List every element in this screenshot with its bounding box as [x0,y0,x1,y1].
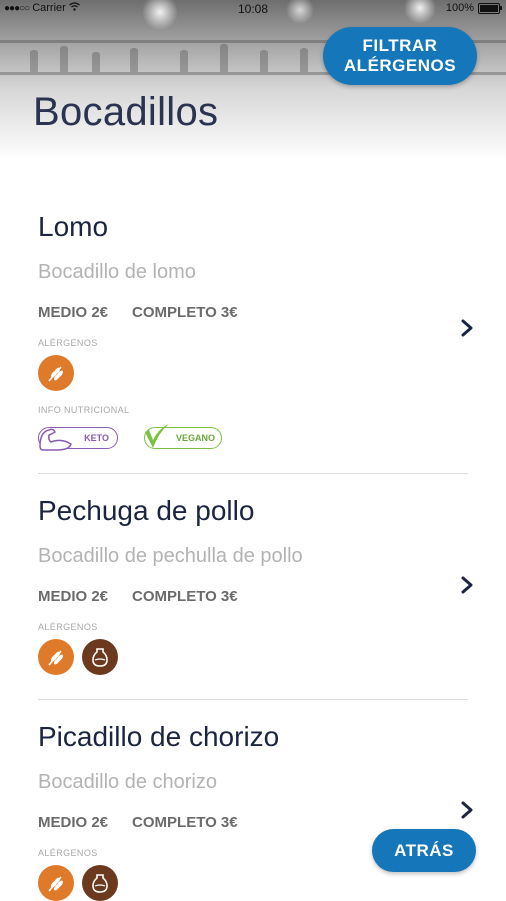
keto-label: KETO [84,433,109,443]
item-name: Pechuga de pollo [38,495,255,526]
keto-arm-icon [39,428,72,451]
chevron-right-icon[interactable] [460,318,474,344]
status-time: 10:08 [237,2,269,16]
gluten-icon [38,639,74,675]
price-medio: MEDIO 2€ [38,588,109,605]
price-medio: MEDIO 2€ [38,304,109,321]
price-completo: COMPLETO 3€ [132,304,238,321]
item-description: Bocadillo de chorizo [38,771,217,793]
item-name: Picadillo de chorizo [38,721,280,752]
milk-icon [82,865,118,901]
back-button[interactable]: ATRÁS [372,829,476,872]
vegan-leaf-icon [145,424,169,448]
status-bar: ●●●○○ Carrier 10:08 100% [0,0,506,18]
back-button-label: ATRÁS [394,840,454,860]
vegan-badge: VEGANO [144,424,222,449]
price-completo: COMPLETO 3€ [132,814,238,831]
chevron-right-icon[interactable] [460,575,474,601]
keto-badge: KETO [38,427,118,451]
page-title: Bocadillos [33,90,219,134]
item-name: Lomo [38,211,109,242]
battery-icon [478,2,502,14]
gluten-icon [38,865,74,901]
filter-button-line1: FILTRAR [362,36,438,55]
price-medio: MEDIO 2€ [38,814,109,831]
item-description: Bocadillo de pechulla de pollo [38,545,303,567]
item-description: Bocadillo de lomo [38,261,196,283]
divider [38,699,468,700]
battery-percent: 100% [445,2,474,14]
allergens-label: ALÉRGENOS [38,338,98,348]
chevron-right-icon[interactable] [460,800,474,826]
divider [38,473,468,474]
filter-allergens-button[interactable]: FILTRAR ALÉRGENOS [323,27,477,85]
milk-icon [82,639,118,675]
nutrition-label: INFO NUTRICIONAL [38,405,130,415]
allergens-label: ALÉRGENOS [38,622,98,632]
vegan-label: VEGANO [175,433,215,443]
gluten-icon [38,355,74,391]
filter-button-line2: ALÉRGENOS [343,56,457,75]
price-completo: COMPLETO 3€ [132,588,238,605]
allergens-label: ALÉRGENOS [38,848,98,858]
